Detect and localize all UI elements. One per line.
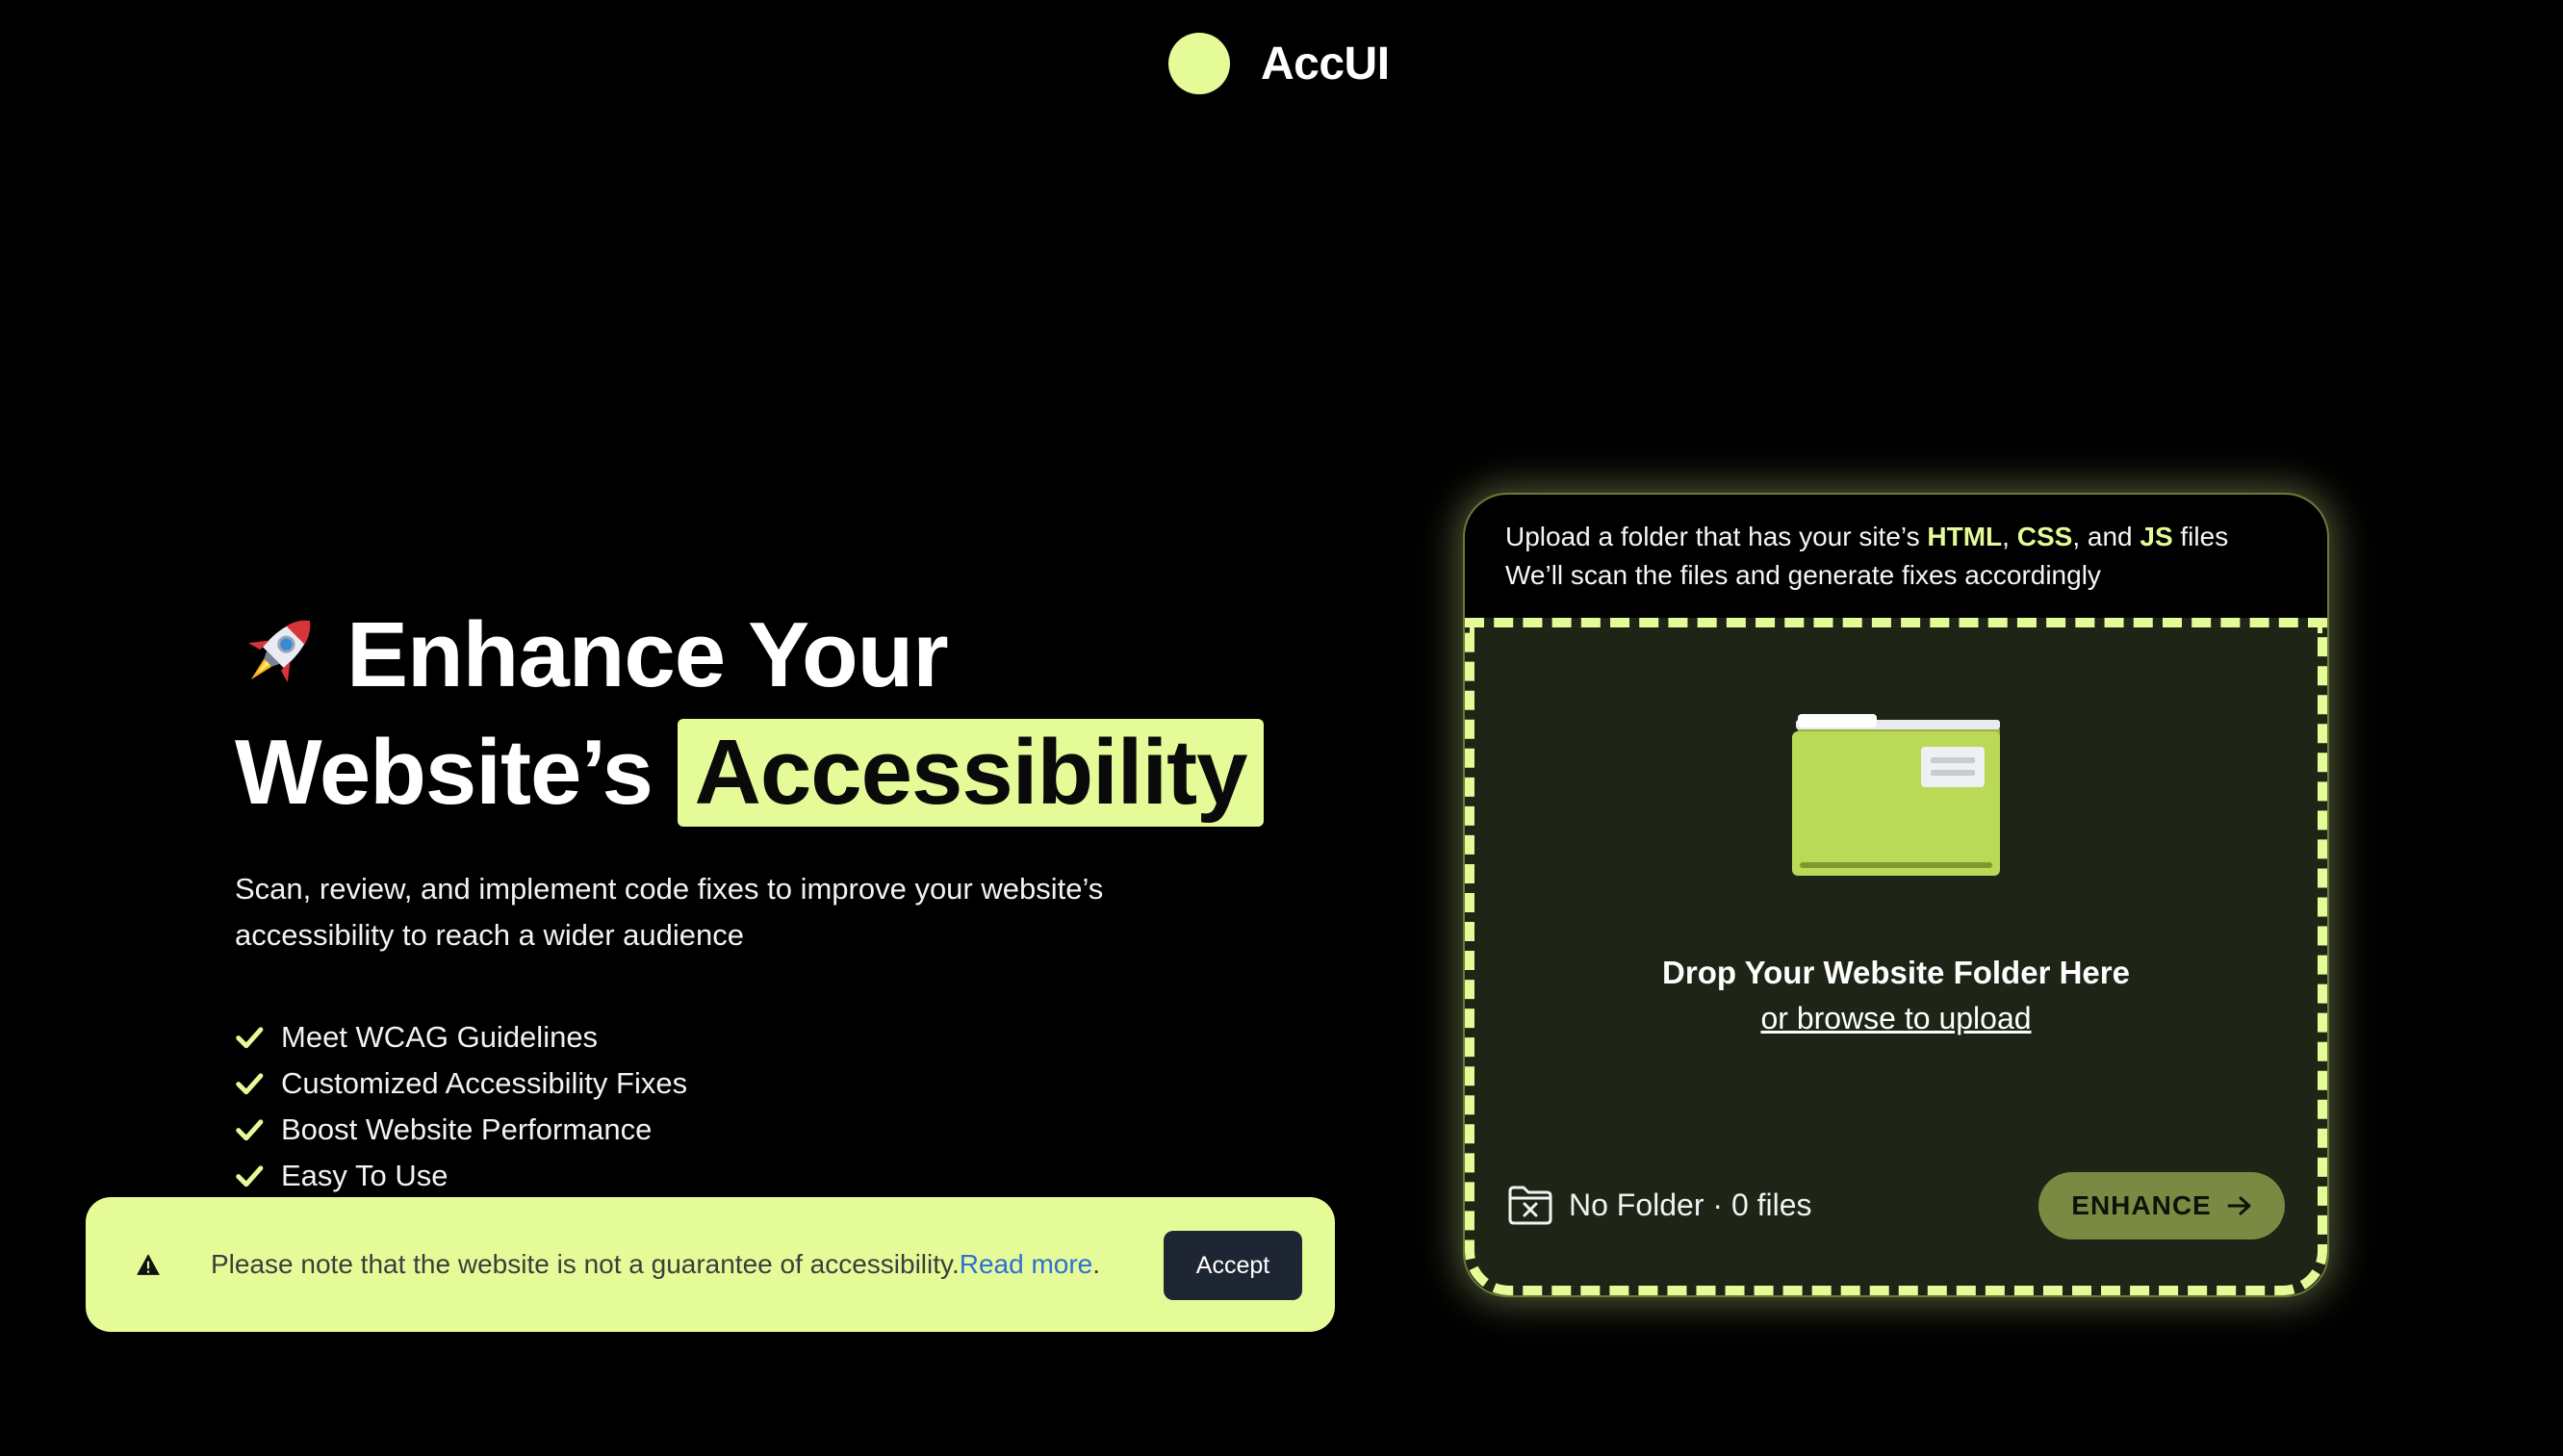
disclaimer-banner: Please note that the website is not a gu… (86, 1197, 1335, 1332)
check-icon (236, 1165, 264, 1188)
upload-intro-suffix: files (2172, 522, 2229, 551)
disclaimer-text: Please note that the website is not a gu… (211, 1245, 1100, 1284)
upload-intro: Upload a folder that has your site’s (1505, 522, 1928, 551)
folder-icon (1792, 714, 2000, 876)
feature-list: Meet WCAG Guidelines Customized Accessib… (235, 1014, 1342, 1199)
check-icon (236, 1119, 264, 1141)
page: AccUI Enhance Your Website’s Accessibili… (0, 0, 2563, 1456)
hero-title-line1: Enhance Your (346, 603, 949, 706)
keyword-js: JS (2140, 522, 2173, 551)
hero-subtitle: Scan, review, and implement code fixes t… (235, 872, 1104, 952)
read-more-link[interactable]: Read more (960, 1249, 1093, 1279)
folder-dropzone[interactable]: Drop Your Website Folder Here or browse … (1465, 618, 2327, 1295)
browse-upload-link[interactable]: or browse to upload (1474, 1001, 2318, 1036)
enhance-button[interactable]: ENHANCE (2038, 1172, 2285, 1239)
hero-section: Enhance Your Website’s Accessibility Sca… (235, 597, 1342, 1199)
keyword-html: HTML (1927, 522, 2003, 551)
warning-icon (137, 1254, 160, 1275)
upload-instructions: Upload a folder that has your site’s HTM… (1505, 518, 2228, 595)
feature-item: Boost Website Performance (235, 1107, 1342, 1153)
arrow-right-icon (2227, 1196, 2251, 1215)
enhance-button-label: ENHANCE (2071, 1190, 2212, 1220)
accept-button[interactable]: Accept (1164, 1231, 1302, 1300)
folder-x-icon (1508, 1186, 1552, 1225)
disclaimer-suffix: . (1092, 1249, 1101, 1279)
upload-intro-line2: We’ll scan the files and generate fixes … (1505, 560, 2101, 590)
brand-name: AccUI (1261, 38, 1390, 89)
feature-label: Customized Accessibility Fixes (281, 1066, 688, 1100)
hero-title-line2: Website’s (235, 721, 654, 824)
feature-item: Customized Accessibility Fixes (235, 1060, 1342, 1107)
feature-item: Easy To Use (235, 1153, 1342, 1199)
separator: , and (2072, 522, 2140, 551)
feature-label: Boost Website Performance (281, 1112, 653, 1146)
disclaimer-message: Please note that the website is not a gu… (211, 1249, 960, 1279)
drop-title: Drop Your Website Folder Here (1662, 955, 2130, 990)
header: AccUI (1168, 33, 1390, 94)
logo-icon (1168, 33, 1230, 94)
hero-title: Enhance Your Website’s Accessibility (235, 597, 1342, 831)
feature-label: Easy To Use (281, 1159, 449, 1192)
hero-title-highlight: Accessibility (677, 719, 1265, 827)
feature-item: Meet WCAG Guidelines (235, 1014, 1342, 1060)
keyword-css: CSS (2016, 522, 2073, 551)
check-icon (236, 1073, 264, 1095)
upload-card: Upload a folder that has your site’s HTM… (1463, 493, 2329, 1297)
rocket-icon (248, 620, 311, 682)
check-icon (236, 1027, 264, 1049)
separator: , (2002, 522, 2017, 551)
folder-status: No Folder · 0 files (1507, 1184, 1812, 1226)
folder-status-text: No Folder · 0 files (1569, 1187, 1812, 1222)
feature-label: Meet WCAG Guidelines (281, 1020, 599, 1054)
